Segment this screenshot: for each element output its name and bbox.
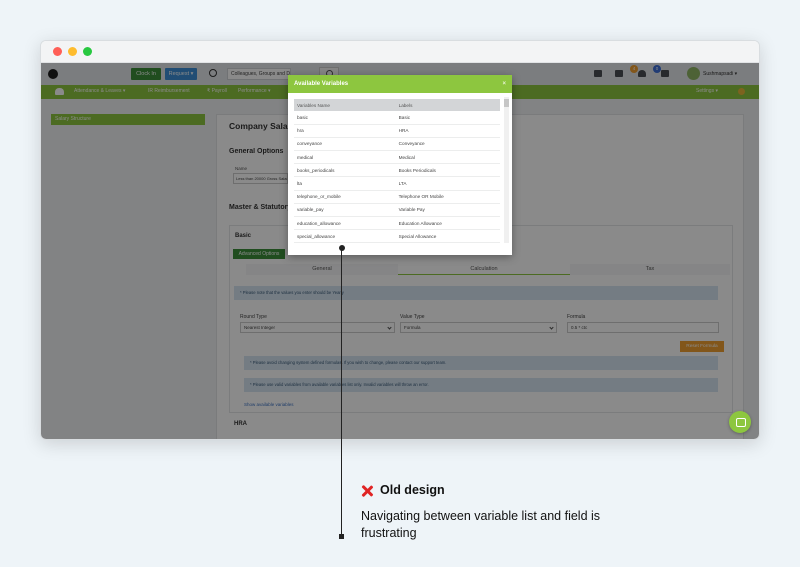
modal-scrollbar[interactable]	[504, 97, 509, 243]
variable-name: hra	[294, 124, 396, 138]
app-viewport: Clock In Request ▾ Colleagues, Groups an…	[41, 63, 759, 439]
variable-name: basic	[294, 111, 396, 125]
table-row[interactable]: hra HRA	[294, 124, 500, 138]
variable-name: special_allowance	[294, 229, 396, 244]
table-header-row: Variables Name Labels	[294, 99, 500, 111]
variable-name: books_periodicals	[294, 163, 396, 178]
close-icon[interactable]: ×	[502, 75, 506, 93]
modal-header: Available Variables ×	[288, 75, 512, 93]
variable-label: Special Allowance	[395, 229, 500, 244]
variable-label: LTA	[395, 176, 500, 191]
variable-label: Telephone OR Mobile	[395, 190, 500, 204]
annotation-connector-line	[341, 248, 342, 537]
table-row[interactable]: education_allowance Education Allowance	[294, 216, 500, 231]
variable-label: HRA	[395, 124, 500, 138]
annotation-title: Old design	[380, 483, 445, 497]
scrollbar-thumb[interactable]	[504, 99, 509, 107]
variable-name: conveyance	[294, 137, 396, 152]
table-row[interactable]: conveyance Conveyance	[294, 137, 500, 152]
variable-label: Books Periodicals	[395, 163, 500, 178]
annotation-end-marker	[339, 534, 344, 539]
column-header-label: Labels	[395, 99, 500, 111]
variable-label: Medical	[395, 150, 500, 165]
variable-label: Education Allowance	[395, 216, 500, 231]
table-row[interactable]: basic Basic	[294, 111, 500, 125]
table-row[interactable]: medical Medical	[294, 150, 500, 165]
variable-label: Conveyance	[395, 137, 500, 152]
column-header-variable-name: Variables Name	[294, 99, 396, 111]
variable-label: Variable Pay	[395, 203, 500, 218]
available-variables-modal: Available Variables × Variables Name Lab…	[288, 75, 512, 255]
browser-window: Clock In Request ▾ Colleagues, Groups an…	[40, 40, 760, 440]
variable-name: lta	[294, 176, 396, 191]
variable-name: education_allowance	[294, 216, 396, 231]
variable-label: Basic	[395, 111, 500, 125]
close-window-button[interactable]	[53, 47, 62, 56]
annotation-text: Navigating between variable list and fie…	[361, 509, 601, 540]
variable-name: telephone_or_mobile	[294, 190, 396, 204]
cross-icon	[361, 485, 373, 497]
modal-title: Available Variables	[294, 81, 349, 87]
table-row[interactable]: telephone_or_mobile Telephone OR Mobile	[294, 190, 500, 204]
table-row[interactable]: special_allowance Special Allowance	[294, 229, 500, 244]
minimize-window-button[interactable]	[68, 47, 77, 56]
table-row[interactable]: variable_pay Variable Pay	[294, 203, 500, 218]
variables-table: Variables Name Labels basic Basic hra HRA …	[294, 99, 500, 244]
variable-name: variable_pay	[294, 203, 396, 218]
annotation-anchor-dot	[338, 245, 345, 251]
variable-name: medical	[294, 150, 396, 165]
window-titlebar	[41, 41, 759, 63]
chat-icon[interactable]	[729, 411, 751, 433]
table-row[interactable]: lta LTA	[294, 176, 500, 191]
table-row[interactable]: books_periodicals Books Periodicals	[294, 163, 500, 178]
maximize-window-button[interactable]	[83, 47, 92, 56]
